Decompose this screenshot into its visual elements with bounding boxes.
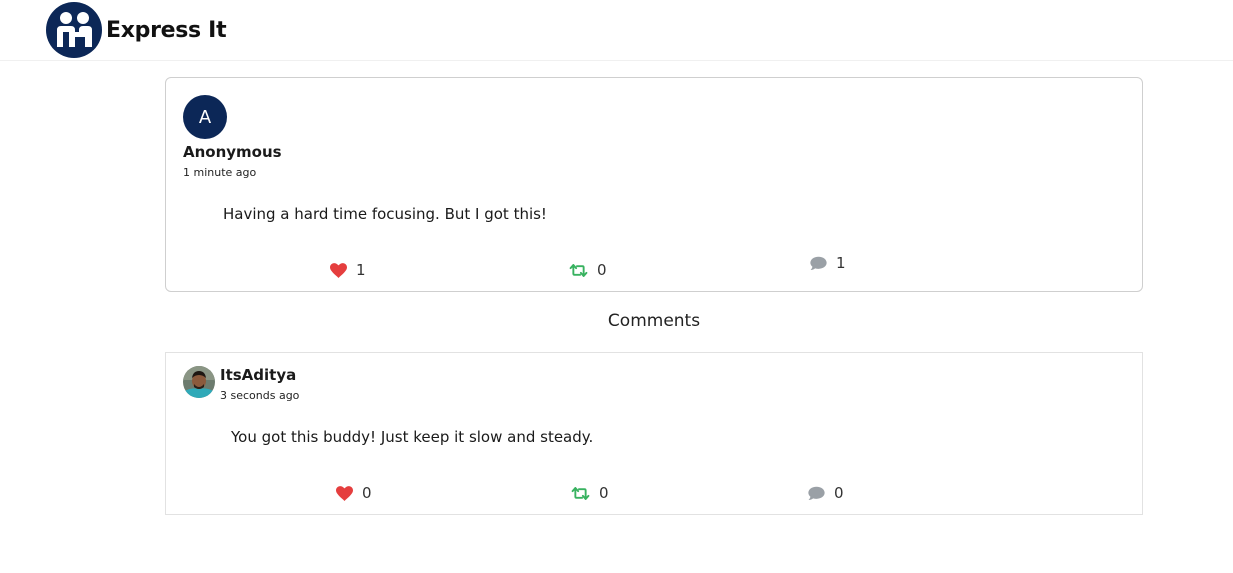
heart-icon xyxy=(330,262,347,278)
avatar[interactable]: A xyxy=(183,95,227,139)
like-count: 0 xyxy=(362,484,372,502)
repost-icon xyxy=(571,486,590,500)
repost-icon xyxy=(569,263,588,277)
comment-icon xyxy=(808,486,825,500)
comment-count: 1 xyxy=(836,254,846,272)
comment-timestamp: 3 seconds ago xyxy=(220,389,300,402)
repost-count: 0 xyxy=(599,484,609,502)
like-count: 1 xyxy=(356,261,366,279)
brand-link[interactable]: Express It xyxy=(46,2,227,58)
comment-icon xyxy=(810,256,827,270)
avatar-initial: A xyxy=(198,106,212,128)
like-button[interactable]: 1 xyxy=(330,261,366,279)
logo-icon xyxy=(46,2,102,58)
post-card: A Anonymous 1 minute ago Having a hard t… xyxy=(165,77,1143,292)
comment-button[interactable]: 0 xyxy=(808,484,844,502)
repost-button[interactable]: 0 xyxy=(571,484,609,502)
repost-button[interactable]: 0 xyxy=(569,261,607,279)
navbar: Express It xyxy=(0,0,1233,61)
comment-content: You got this buddy! Just keep it slow an… xyxy=(231,428,594,446)
repost-count: 0 xyxy=(597,261,607,279)
comment-count: 0 xyxy=(834,484,844,502)
comments-heading: Comments xyxy=(607,311,701,331)
user-photo-icon xyxy=(183,366,215,398)
post-author[interactable]: Anonymous xyxy=(183,143,282,161)
comment-button[interactable]: 1 xyxy=(810,254,846,272)
comment-card: ItsAditya 3 seconds ago You got this bud… xyxy=(165,352,1143,515)
heart-icon xyxy=(336,485,353,501)
post-content: Having a hard time focusing. But I got t… xyxy=(223,205,547,223)
app-title: Express It xyxy=(106,17,227,43)
avatar[interactable] xyxy=(183,366,215,398)
post-timestamp: 1 minute ago xyxy=(183,166,257,179)
comment-author[interactable]: ItsAditya xyxy=(220,366,296,384)
like-button[interactable]: 0 xyxy=(336,484,372,502)
